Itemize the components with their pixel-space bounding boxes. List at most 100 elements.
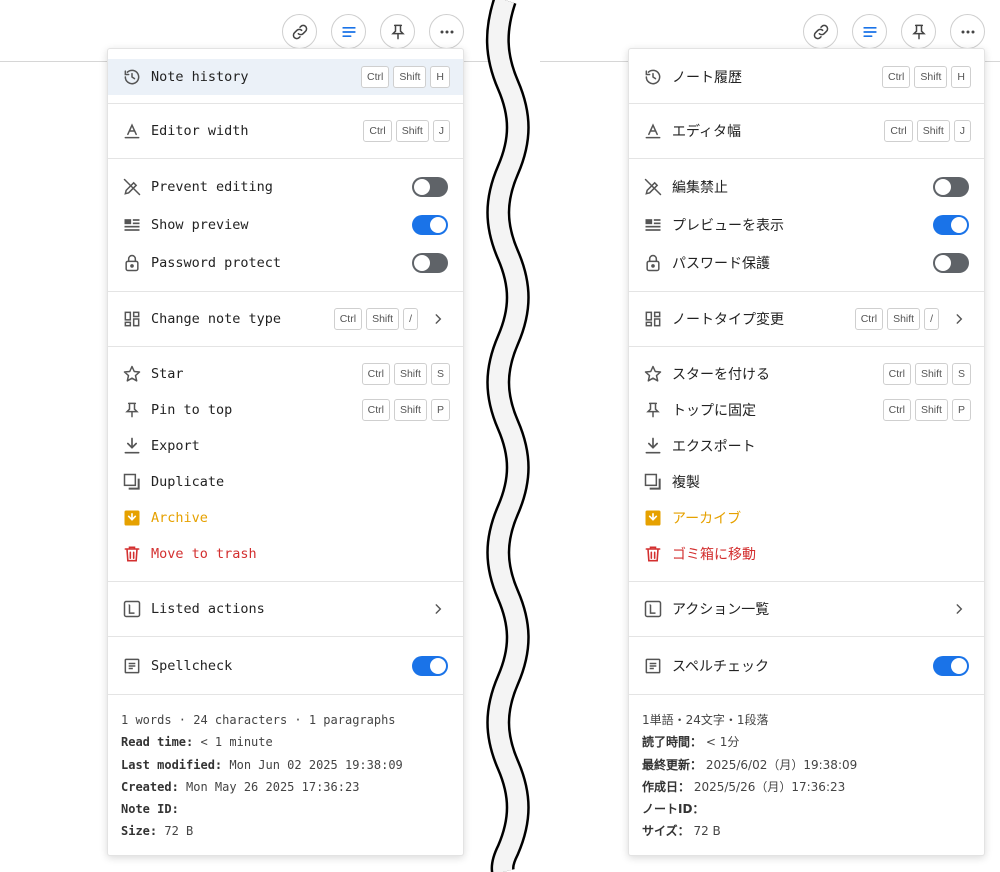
chevron-right-icon bbox=[435, 314, 442, 324]
shortcut-key: Ctrl bbox=[361, 363, 390, 385]
menu-item-label: Change note type bbox=[151, 311, 282, 327]
shortcut-key: Ctrl bbox=[882, 399, 911, 421]
read-time-label: 読了時間： bbox=[642, 735, 703, 750]
last-modified-label: Last modified: bbox=[121, 757, 223, 772]
last-modified-value: 2025/6/02（月）19:38:09 bbox=[702, 757, 858, 772]
menu-item-show-preview[interactable]: Show preview bbox=[108, 207, 463, 243]
duplicate-icon bbox=[122, 472, 142, 492]
document-icon bbox=[122, 656, 142, 676]
shortcut-key: / bbox=[924, 308, 939, 330]
format-icon bbox=[341, 26, 356, 37]
note-id-label: ノートID： bbox=[642, 802, 705, 817]
menu-item-star[interactable]: スターを付ける Ctrl Shift S bbox=[629, 356, 984, 392]
menu-item-listed-actions[interactable]: Listed actions bbox=[108, 591, 463, 627]
menu-item-archive[interactable]: Archive bbox=[108, 500, 463, 536]
more-button[interactable] bbox=[429, 14, 464, 49]
shortcut-key: P bbox=[951, 399, 971, 421]
menu-item-label: ノート履歴 bbox=[672, 70, 742, 86]
menu-item-listed-actions[interactable]: アクション一覧 bbox=[629, 591, 984, 627]
more-button-jp[interactable] bbox=[950, 14, 985, 49]
menu-item-label: Editor width bbox=[151, 123, 249, 139]
password-protect-toggle[interactable] bbox=[933, 253, 969, 273]
menu-item-export[interactable]: エクスポート bbox=[629, 428, 984, 464]
created-value: Mon May 26 2025 17:36:23 bbox=[178, 779, 360, 794]
created-label: Created: bbox=[121, 779, 179, 794]
menu-item-move-to-trash[interactable]: Move to trash bbox=[108, 536, 463, 572]
spellcheck-toggle[interactable] bbox=[412, 656, 448, 676]
note-id-label: Note ID: bbox=[121, 802, 179, 817]
star-icon bbox=[643, 364, 663, 384]
show-preview-toggle[interactable] bbox=[412, 215, 448, 235]
menu-item-prevent-editing[interactable]: 編集禁止 bbox=[629, 169, 984, 205]
menu-item-label: Show preview bbox=[151, 217, 249, 233]
menu-item-export[interactable]: Export bbox=[108, 428, 463, 464]
menu-item-password-protect[interactable]: パスワード保護 bbox=[629, 245, 984, 281]
menu-item-star[interactable]: Star Ctrl Shift S bbox=[108, 356, 463, 392]
menu-item-editor-width[interactable]: エディタ幅 Ctrl Shift J bbox=[629, 113, 984, 149]
preview-icon bbox=[122, 215, 142, 235]
prevent-editing-toggle[interactable] bbox=[933, 177, 969, 197]
menu-item-label: エクスポート bbox=[672, 439, 756, 455]
menu-item-change-note-type[interactable]: ノートタイプ変更 Ctrl Shift / bbox=[629, 301, 984, 337]
link-button[interactable] bbox=[282, 14, 317, 49]
menu-item-label: Pin to top bbox=[151, 402, 233, 418]
menu-item-note-history[interactable]: ノート履歴 Ctrl Shift H bbox=[629, 59, 984, 95]
shortcut-key: Ctrl bbox=[854, 308, 884, 330]
menu-item-label: Duplicate bbox=[151, 474, 225, 490]
shortcut-key: H bbox=[430, 66, 450, 88]
shortcut-key: H bbox=[951, 66, 971, 88]
menu-item-spellcheck[interactable]: Spellcheck bbox=[108, 648, 463, 684]
shortcut-key: Shift bbox=[914, 399, 948, 421]
note-info: 1 words · 24 characters · 1 paragraphs R… bbox=[108, 695, 463, 855]
menu-item-change-note-type[interactable]: Change note type Ctrl Shift / bbox=[108, 301, 463, 337]
read-time-value: < 1 minute bbox=[193, 735, 273, 750]
format-button-jp[interactable] bbox=[852, 14, 887, 49]
menu-item-editor-width[interactable]: Editor width Ctrl Shift J bbox=[108, 113, 463, 149]
size-label: Size: bbox=[121, 824, 158, 839]
menu-item-prevent-editing[interactable]: Prevent editing bbox=[108, 169, 463, 205]
more-icon bbox=[440, 30, 453, 33]
menu-item-pin-to-top[interactable]: Pin to top Ctrl Shift P bbox=[108, 392, 463, 428]
size-value: 72 B bbox=[689, 824, 721, 839]
link-button-jp[interactable] bbox=[803, 14, 838, 49]
menu-item-password-protect[interactable]: Password protect bbox=[108, 245, 463, 281]
menu-item-show-preview[interactable]: プレビューを表示 bbox=[629, 207, 984, 243]
read-time-value: < 1分 bbox=[702, 735, 740, 750]
lock-icon bbox=[643, 253, 663, 273]
shortcut-key: Ctrl bbox=[882, 66, 911, 88]
shortcut-key: Ctrl bbox=[882, 363, 911, 385]
more-icon bbox=[961, 30, 974, 33]
menu-item-duplicate[interactable]: Duplicate bbox=[108, 464, 463, 500]
menu-item-label: Spellcheck bbox=[151, 658, 233, 674]
download-icon bbox=[643, 436, 663, 456]
menu-item-label: ノートタイプ変更 bbox=[672, 312, 784, 328]
format-button[interactable] bbox=[331, 14, 366, 49]
note-stats: 1単語・24文字・1段落 bbox=[642, 713, 769, 727]
menu-item-note-history[interactable]: Note history Ctrl Shift H bbox=[108, 59, 463, 95]
download-icon bbox=[122, 436, 142, 456]
menu-item-spellcheck[interactable]: スペルチェック bbox=[629, 648, 984, 684]
shortcut-key: Shift bbox=[366, 308, 400, 330]
pin-button-jp[interactable] bbox=[901, 14, 936, 49]
shortcut-key: Shift bbox=[393, 399, 427, 421]
created-value: 2025/5/26（月）17:36:23 bbox=[690, 779, 846, 794]
shortcut-key: Ctrl bbox=[363, 120, 392, 142]
duplicate-icon bbox=[643, 472, 663, 492]
menu-item-move-to-trash[interactable]: ゴミ箱に移動 bbox=[629, 536, 984, 572]
pin-button[interactable] bbox=[380, 14, 415, 49]
menu-item-archive[interactable]: アーカイブ bbox=[629, 500, 984, 536]
menu-item-label: 編集禁止 bbox=[672, 180, 728, 196]
menu-item-label: Password protect bbox=[151, 255, 282, 271]
pin-icon bbox=[122, 400, 142, 420]
shortcut-key: Shift bbox=[914, 66, 948, 88]
pin-icon bbox=[911, 24, 926, 39]
menu-item-pin-to-top[interactable]: トップに固定 Ctrl Shift P bbox=[629, 392, 984, 428]
chevron-right-icon bbox=[435, 604, 442, 614]
pencil-off-icon bbox=[122, 177, 142, 197]
show-preview-toggle[interactable] bbox=[933, 215, 969, 235]
spellcheck-toggle[interactable] bbox=[933, 656, 969, 676]
menu-item-duplicate[interactable]: 複製 bbox=[629, 464, 984, 500]
link-icon bbox=[292, 24, 307, 39]
prevent-editing-toggle[interactable] bbox=[412, 177, 448, 197]
password-protect-toggle[interactable] bbox=[412, 253, 448, 273]
